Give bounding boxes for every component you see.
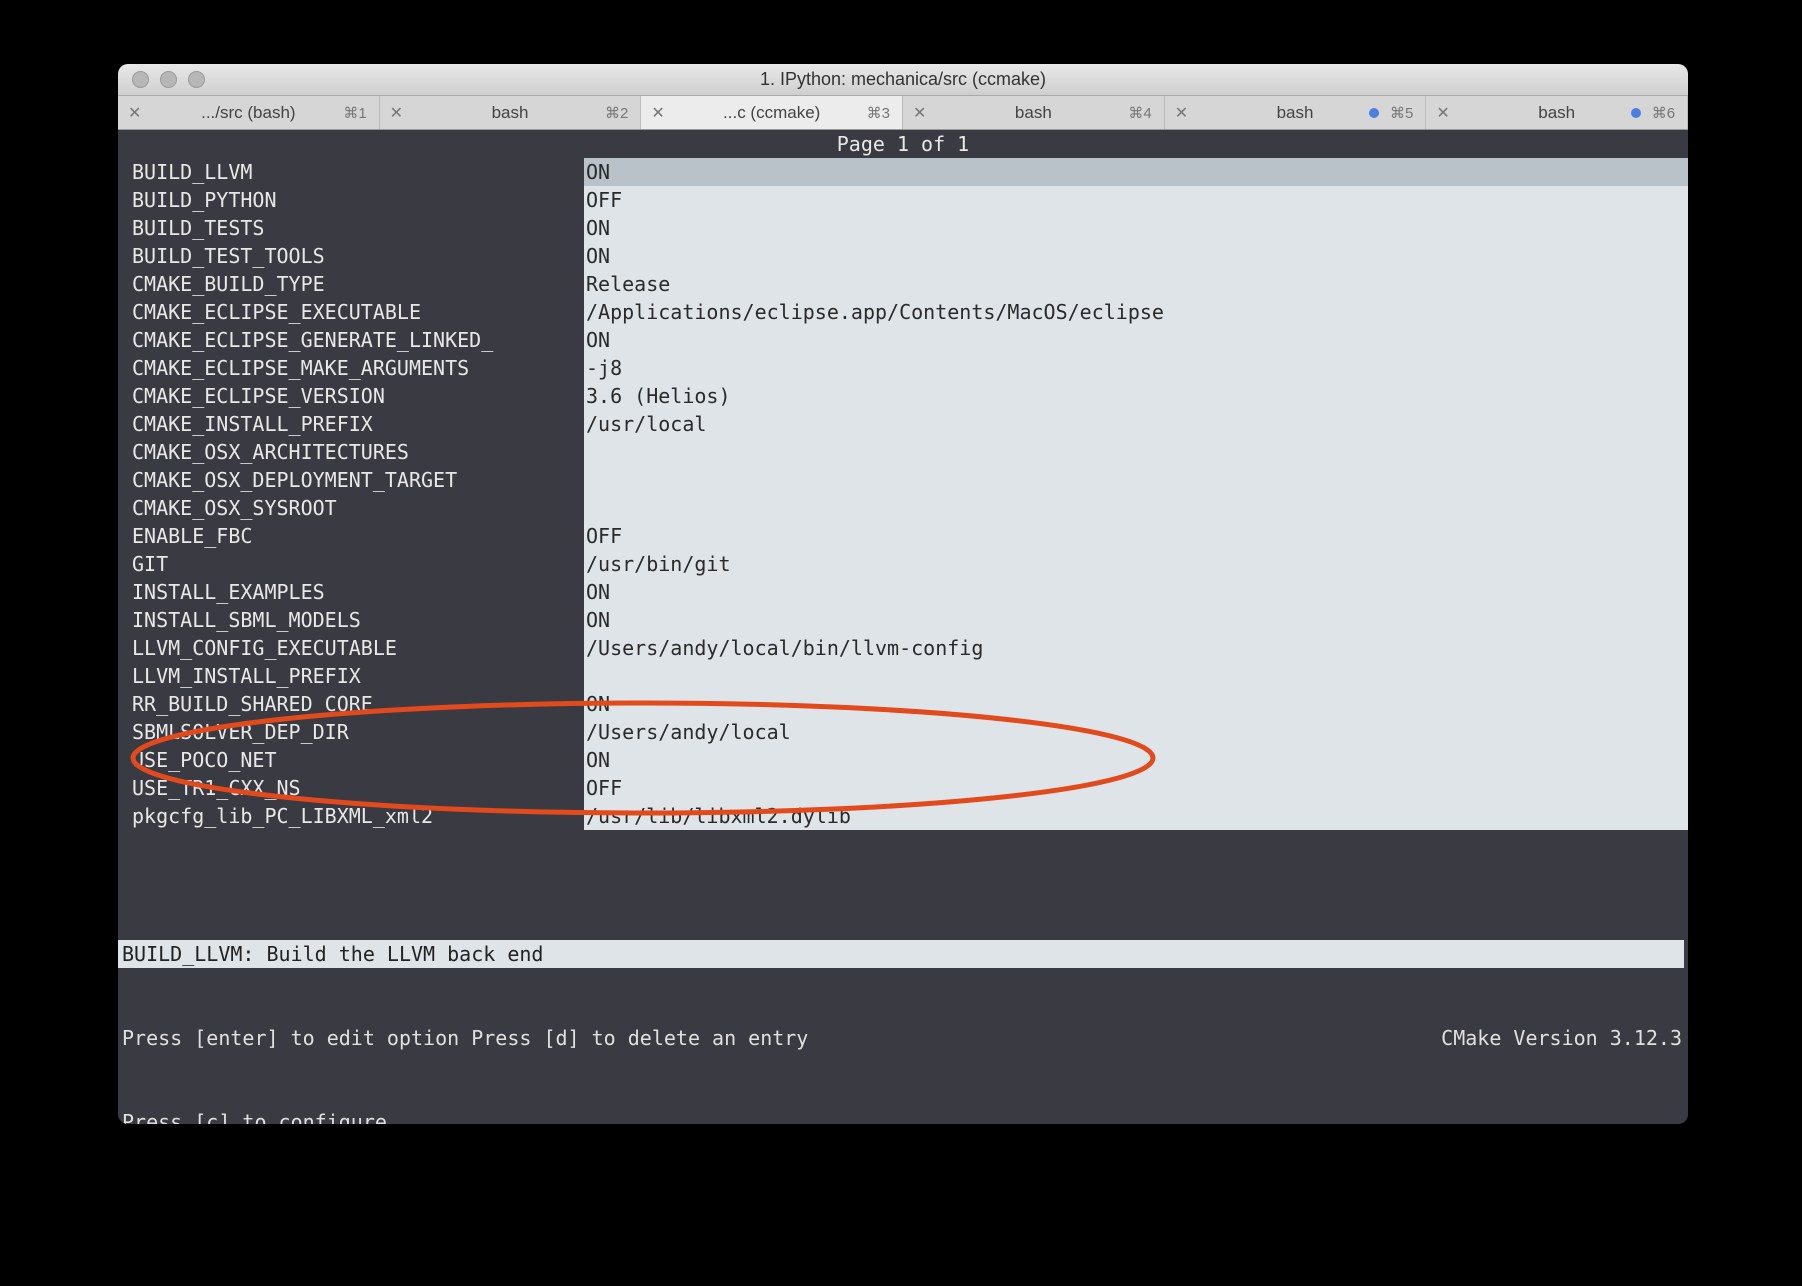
option-value[interactable]: ON xyxy=(584,606,1688,634)
option-value[interactable] xyxy=(584,438,1688,466)
option-value[interactable] xyxy=(584,662,1688,690)
close-tab-icon[interactable]: ✕ xyxy=(1436,103,1449,123)
option-key[interactable]: BUILD_PYTHON xyxy=(118,186,584,214)
option-value[interactable]: -j8 xyxy=(584,354,1688,382)
option-key[interactable]: pkgcfg_lib_PC_LIBXML_xml2 xyxy=(118,802,584,830)
option-value[interactable]: ON xyxy=(584,326,1688,354)
option-key[interactable]: GIT xyxy=(118,550,584,578)
help-configure: Press [c] to configure xyxy=(122,1110,387,1124)
window-titlebar: 1. IPython: mechanica/src (ccmake) xyxy=(118,64,1688,96)
help-enter: Press [enter] to edit option xyxy=(122,1024,459,1052)
tab-label: bash xyxy=(1277,103,1314,123)
option-key[interactable]: CMAKE_ECLIPSE_MAKE_ARGUMENTS xyxy=(118,354,584,382)
terminal-window: 1. IPython: mechanica/src (ccmake) ✕ .../… xyxy=(118,64,1688,1124)
option-value[interactable]: Release xyxy=(584,270,1688,298)
help-delete: Press [d] to delete an entry xyxy=(471,1024,808,1052)
close-tab-icon[interactable]: ✕ xyxy=(913,103,926,123)
option-key[interactable]: CMAKE_BUILD_TYPE xyxy=(118,270,584,298)
option-value[interactable]: OFF xyxy=(584,186,1688,214)
option-key[interactable]: CMAKE_OSX_ARCHITECTURES xyxy=(118,438,584,466)
cmake-options-grid: BUILD_LLVMONBUILD_PYTHONOFFBUILD_TESTSON… xyxy=(118,158,1688,830)
option-key[interactable]: USE_TR1_CXX_NS xyxy=(118,774,584,802)
tab-shortcut: ⌘6 xyxy=(1652,104,1675,122)
option-value[interactable]: /usr/local xyxy=(584,410,1688,438)
tab-1[interactable]: ✕ .../src (bash) ⌘1 xyxy=(118,96,380,129)
page-indicator: Page 1 of 1 xyxy=(118,130,1688,158)
tab-2[interactable]: ✕ bash ⌘2 xyxy=(380,96,642,129)
close-tab-icon[interactable]: ✕ xyxy=(128,103,141,123)
modified-dot-icon xyxy=(1631,108,1641,118)
option-value[interactable] xyxy=(584,466,1688,494)
tab-5[interactable]: ✕ bash ⌘5 xyxy=(1165,96,1427,129)
close-tab-icon[interactable]: ✕ xyxy=(1175,103,1188,123)
tab-bar: ✕ .../src (bash) ⌘1 ✕ bash ⌘2 ✕ ...c (ccmake) ⌘3… xyxy=(118,96,1688,130)
option-value[interactable]: /usr/bin/git xyxy=(584,550,1688,578)
option-value[interactable]: ON xyxy=(584,214,1688,242)
option-key[interactable]: USE_POCO_NET xyxy=(118,746,584,774)
option-value[interactable]: /usr/lib/libxml2.dylib xyxy=(584,802,1688,830)
tab-3[interactable]: ✕ ...c (ccmake) ⌘3 xyxy=(641,96,903,129)
tab-shortcut: ⌘3 xyxy=(867,104,890,122)
tab-6[interactable]: ✕ bash ⌘6 xyxy=(1426,96,1688,129)
status-line: BUILD_LLVM: Build the LLVM back end xyxy=(118,940,1684,968)
tab-shortcut: ⌘5 xyxy=(1390,104,1413,122)
cmake-version: CMake Version 3.12.3 xyxy=(1441,1024,1688,1052)
option-value[interactable]: ON xyxy=(584,578,1688,606)
option-key[interactable]: BUILD_TESTS xyxy=(118,214,584,242)
option-key[interactable]: SBMLSOLVER_DEP_DIR xyxy=(118,718,584,746)
tab-shortcut: ⌘2 xyxy=(605,104,628,122)
option-key[interactable]: CMAKE_ECLIPSE_EXECUTABLE xyxy=(118,298,584,326)
option-key[interactable]: CMAKE_ECLIPSE_GENERATE_LINKED_ xyxy=(118,326,584,354)
option-key[interactable]: RR_BUILD_SHARED_CORE xyxy=(118,690,584,718)
option-value[interactable]: /Users/andy/local/bin/llvm-config xyxy=(584,634,1688,662)
tab-shortcut: ⌘1 xyxy=(343,104,366,122)
option-key[interactable]: INSTALL_EXAMPLES xyxy=(118,578,584,606)
option-value[interactable]: ON xyxy=(584,242,1688,270)
close-tab-icon[interactable]: ✕ xyxy=(651,103,664,123)
modified-dot-icon xyxy=(1369,108,1379,118)
option-key[interactable]: CMAKE_OSX_SYSROOT xyxy=(118,494,584,522)
tab-shortcut: ⌘4 xyxy=(1128,104,1151,122)
option-value[interactable]: /Users/andy/local xyxy=(584,718,1688,746)
option-key[interactable]: ENABLE_FBC xyxy=(118,522,584,550)
tab-label: bash xyxy=(1538,103,1575,123)
option-key[interactable]: BUILD_TEST_TOOLS xyxy=(118,242,584,270)
option-value[interactable]: OFF xyxy=(584,774,1688,802)
option-value[interactable]: /Applications/eclipse.app/Contents/MacOS… xyxy=(584,298,1688,326)
option-key[interactable]: LLVM_CONFIG_EXECUTABLE xyxy=(118,634,584,662)
option-key[interactable]: BUILD_LLVM xyxy=(118,158,584,186)
option-value[interactable]: 3.6 (Helios) xyxy=(584,382,1688,410)
option-value[interactable]: OFF xyxy=(584,522,1688,550)
help-panel: BUILD_LLVM: Build the LLVM back end Pres… xyxy=(118,884,1688,1124)
option-key[interactable]: LLVM_INSTALL_PREFIX xyxy=(118,662,584,690)
option-key[interactable]: CMAKE_INSTALL_PREFIX xyxy=(118,410,584,438)
option-value[interactable]: ON xyxy=(584,746,1688,774)
close-tab-icon[interactable]: ✕ xyxy=(390,103,403,123)
option-value[interactable]: ON xyxy=(584,690,1688,718)
option-key[interactable]: CMAKE_OSX_DEPLOYMENT_TARGET xyxy=(118,466,584,494)
option-key[interactable]: INSTALL_SBML_MODELS xyxy=(118,606,584,634)
tab-label: bash xyxy=(492,103,529,123)
tab-label: bash xyxy=(1015,103,1052,123)
tab-label: .../src (bash) xyxy=(201,103,295,123)
terminal-body[interactable]: Page 1 of 1 BUILD_LLVMONBUILD_PYTHONOFFB… xyxy=(118,130,1688,1124)
tab-4[interactable]: ✕ bash ⌘4 xyxy=(903,96,1165,129)
option-key[interactable]: CMAKE_ECLIPSE_VERSION xyxy=(118,382,584,410)
option-value[interactable] xyxy=(584,494,1688,522)
window-title: 1. IPython: mechanica/src (ccmake) xyxy=(118,69,1688,90)
tab-label: ...c (ccmake) xyxy=(723,103,820,123)
option-value[interactable]: ON xyxy=(584,158,1688,186)
